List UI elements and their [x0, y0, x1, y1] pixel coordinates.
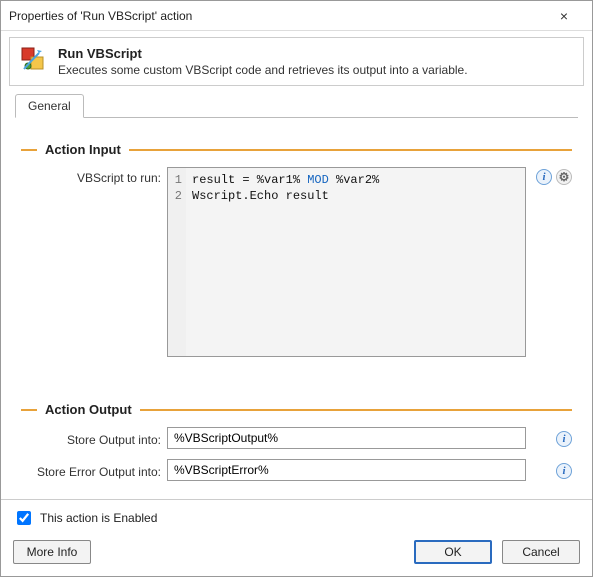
- label-vbscript-to-run: VBScript to run:: [21, 167, 161, 185]
- enabled-label[interactable]: This action is Enabled: [40, 511, 157, 525]
- dialog-window: Properties of 'Run VBScript' action × Ru…: [0, 0, 593, 577]
- enabled-row: This action is Enabled: [13, 508, 580, 528]
- info-icon[interactable]: i: [556, 463, 572, 479]
- buttons-row: More Info OK Cancel: [13, 540, 580, 564]
- window-title: Properties of 'Run VBScript' action: [9, 9, 544, 23]
- editor-body[interactable]: result = %var1% MOD %var2% Wscript.Echo …: [186, 168, 525, 356]
- close-button[interactable]: ×: [544, 8, 584, 24]
- titlebar: Properties of 'Run VBScript' action ×: [1, 1, 592, 31]
- section-action-output: Action Output: [21, 402, 572, 417]
- code-line: Wscript.Echo result: [192, 188, 519, 204]
- row-vbscript: VBScript to run: 1 2 result = %var1% MOD…: [21, 167, 572, 357]
- header-title: Run VBScript: [58, 46, 468, 61]
- section-output-title: Action Output: [45, 402, 132, 417]
- editor-gutter: 1 2: [168, 168, 186, 356]
- header-text: Run VBScript Executes some custom VBScri…: [58, 46, 468, 77]
- label-store-output: Store Output into:: [21, 429, 161, 447]
- store-output-field[interactable]: [167, 427, 526, 449]
- label-store-error: Store Error Output into:: [21, 461, 161, 479]
- action-icon: [20, 46, 48, 74]
- info-icon[interactable]: i: [536, 169, 552, 185]
- info-icon[interactable]: i: [556, 431, 572, 447]
- tab-content: Action Input VBScript to run: 1 2 result…: [1, 118, 592, 499]
- enabled-checkbox[interactable]: [17, 511, 31, 525]
- gutter-line: 2: [168, 188, 182, 204]
- header-panel: Run VBScript Executes some custom VBScri…: [9, 37, 584, 86]
- row-store-error: Store Error Output into: i: [21, 459, 572, 481]
- vbscript-editor[interactable]: 1 2 result = %var1% MOD %var2% Wscript.E…: [167, 167, 526, 357]
- store-error-field[interactable]: [167, 459, 526, 481]
- section-action-input: Action Input: [21, 142, 572, 157]
- footer: This action is Enabled More Info OK Canc…: [1, 499, 592, 576]
- tab-strip: General: [15, 94, 578, 118]
- header-subtitle: Executes some custom VBScript code and r…: [58, 63, 468, 77]
- gear-icon[interactable]: ⚙: [556, 169, 572, 185]
- row-store-output: Store Output into: i: [21, 427, 572, 449]
- cancel-button[interactable]: Cancel: [502, 540, 580, 564]
- tab-general[interactable]: General: [15, 94, 84, 118]
- section-input-title: Action Input: [45, 142, 121, 157]
- more-info-button[interactable]: More Info: [13, 540, 91, 564]
- ok-button[interactable]: OK: [414, 540, 492, 564]
- code-line: result = %var1% MOD %var2%: [192, 172, 519, 188]
- gutter-line: 1: [168, 172, 182, 188]
